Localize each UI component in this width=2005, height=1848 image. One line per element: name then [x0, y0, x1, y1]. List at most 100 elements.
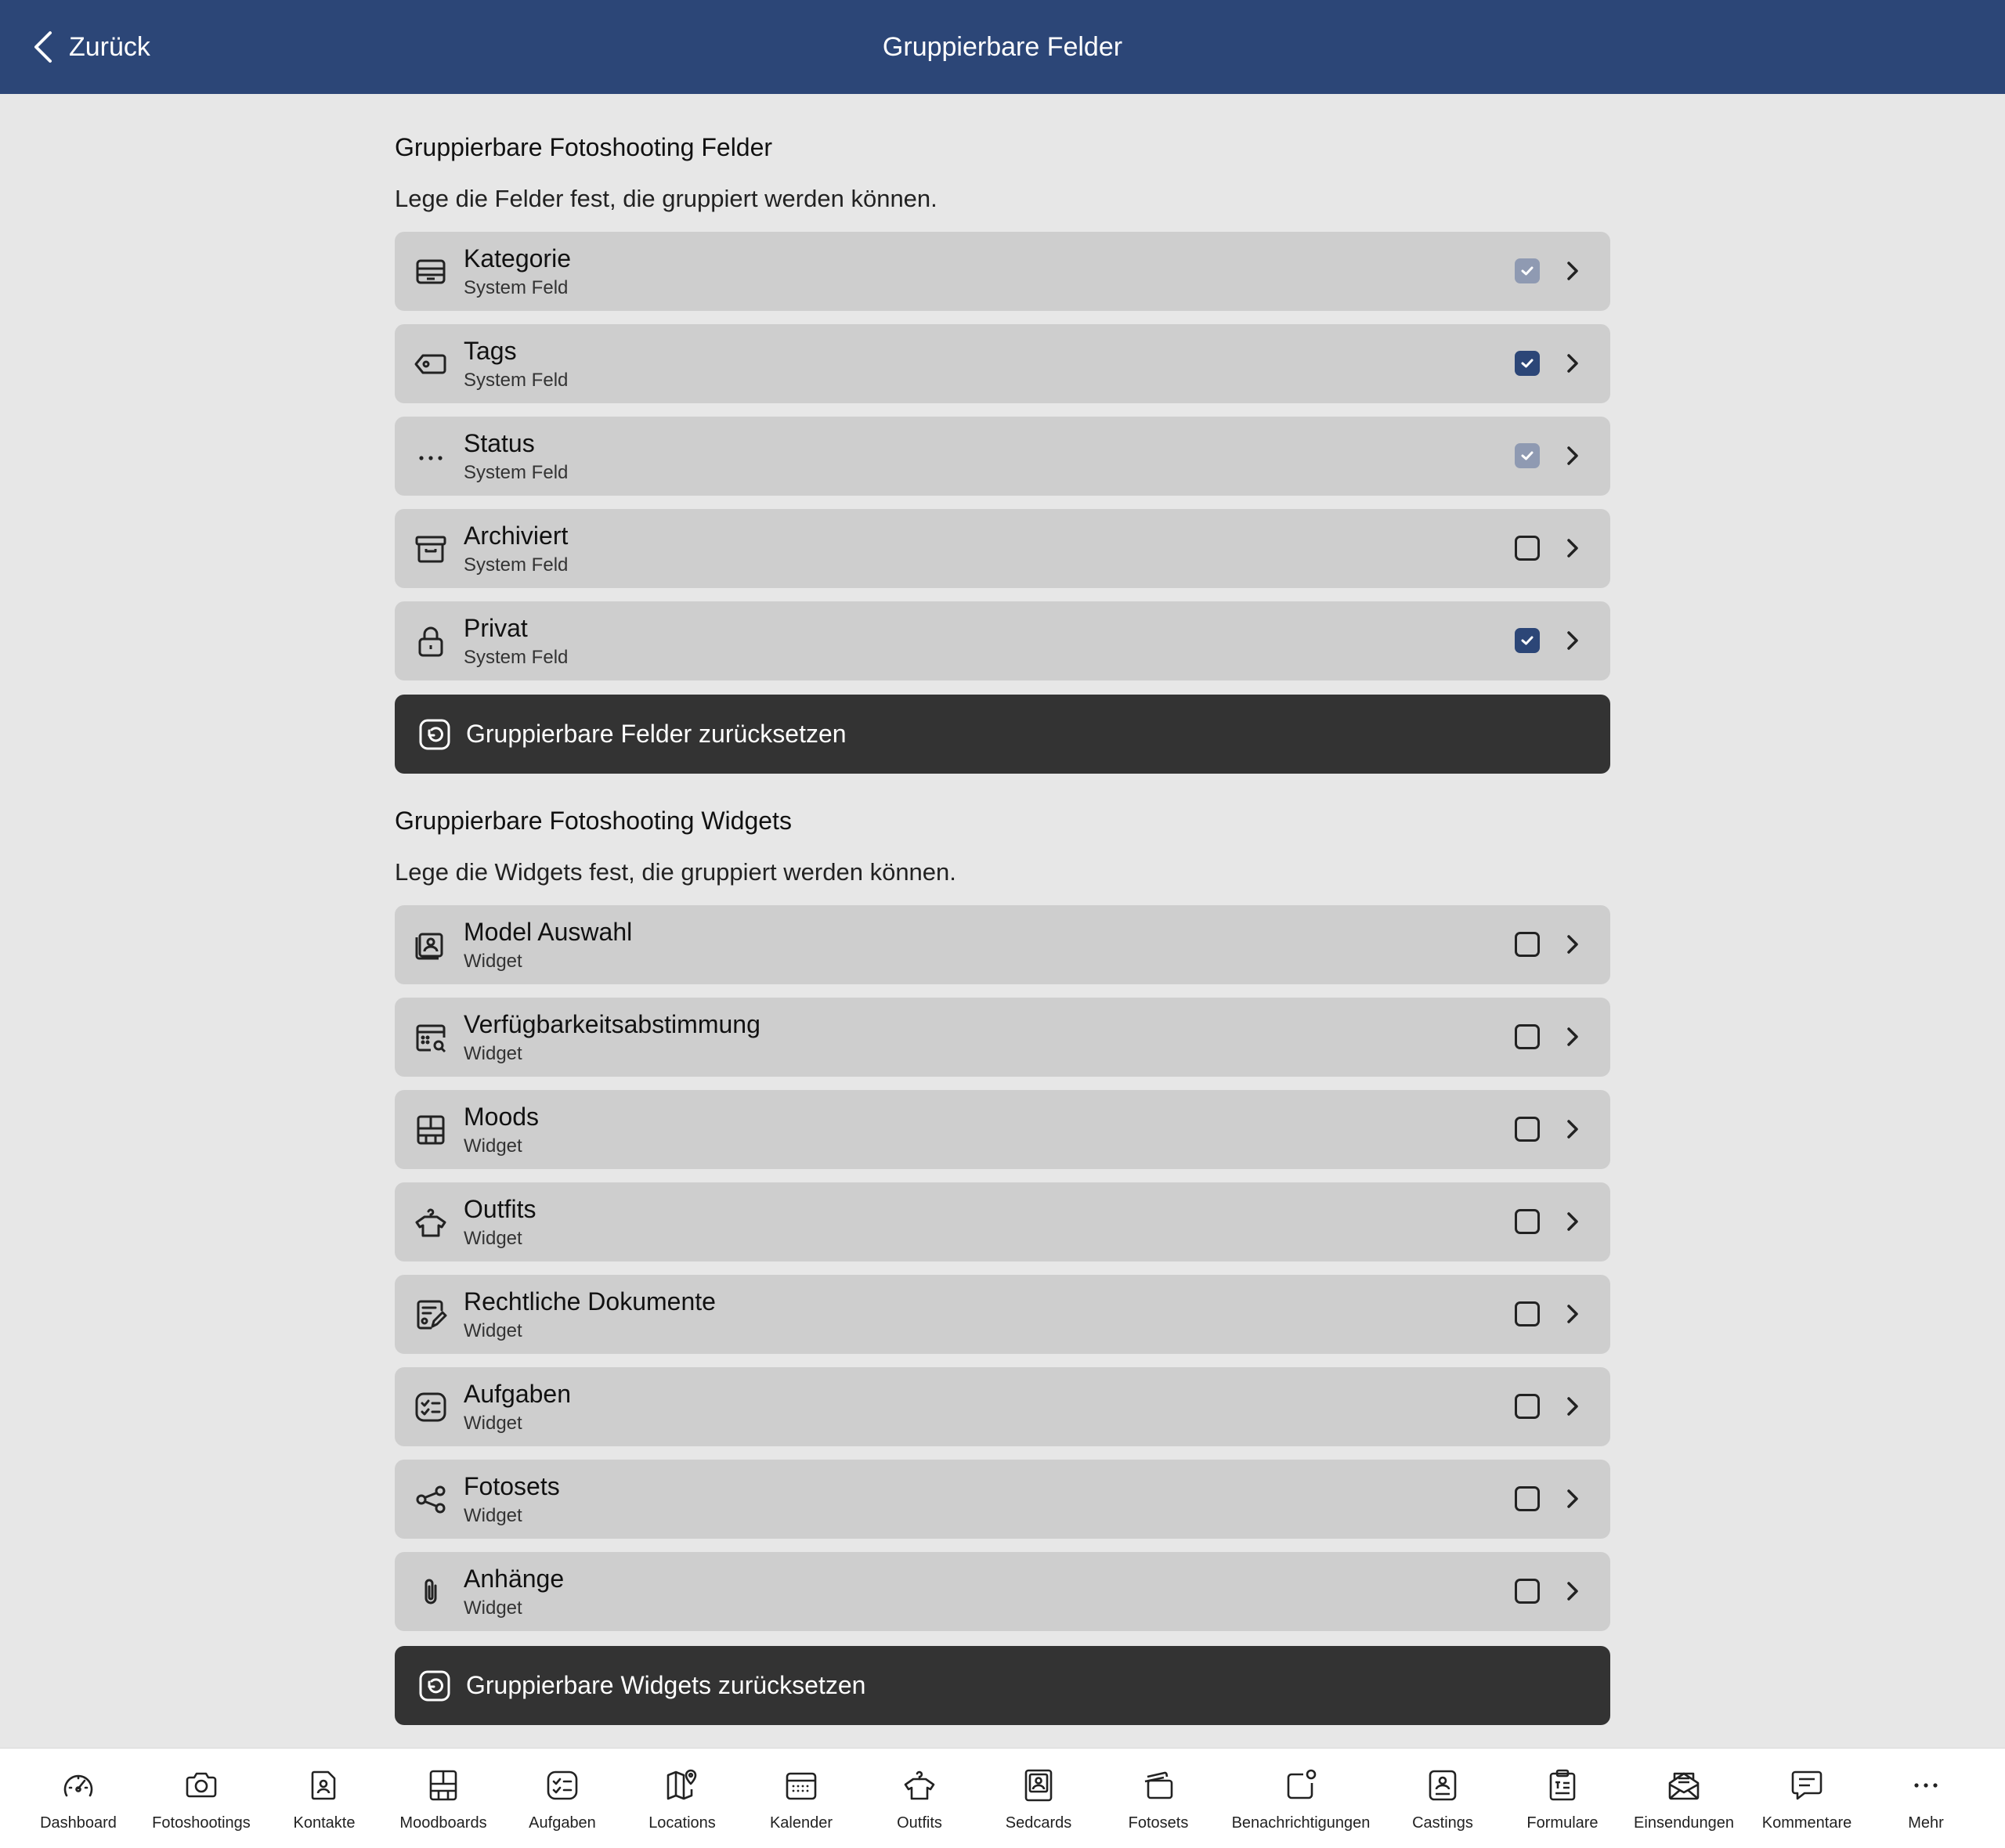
gauge-icon: [63, 1774, 93, 1797]
checkmark-icon: [1521, 266, 1534, 276]
tab-dashboard[interactable]: Dashboard: [27, 1749, 129, 1848]
field-checkbox-checked[interactable]: [1515, 351, 1540, 376]
tab-formulare[interactable]: Formulare: [1515, 1749, 1609, 1848]
widget-subtitle: Widget: [464, 1135, 522, 1157]
reset-widgets-button[interactable]: Gruppierbare Widgets zurücksetzen: [395, 1646, 1610, 1725]
field-checkbox-checked-disabled[interactable]: [1515, 258, 1540, 283]
tab-castings[interactable]: Castings: [1396, 1749, 1490, 1848]
checkmark-icon: [1521, 451, 1534, 460]
widgets-section-title: Gruppierbare Fotoshooting Widgets: [395, 807, 792, 835]
field-row-kategorie[interactable]: Kategorie System Feld: [395, 232, 1610, 311]
widget-checkbox-unchecked[interactable]: [1515, 1486, 1540, 1511]
reset-fields-button[interactable]: Gruppierbare Felder zurücksetzen: [395, 695, 1610, 774]
field-subtitle: System Feld: [464, 554, 569, 576]
field-subtitle: System Feld: [464, 462, 569, 483]
widget-row-verfuegbarkeitsabstimmung[interactable]: Verfügbarkeitsabstimmung Widget: [395, 998, 1610, 1077]
tab-kalender[interactable]: Kalender: [754, 1749, 848, 1848]
chevron-right-icon[interactable]: [1563, 442, 1582, 470]
tab-fotosets[interactable]: Fotosets: [1111, 1749, 1205, 1848]
tab-locations[interactable]: Locations: [635, 1749, 729, 1848]
widget-checkbox-unchecked[interactable]: [1515, 1024, 1540, 1049]
chevron-right-icon[interactable]: [1563, 1023, 1582, 1051]
chevron-right-icon[interactable]: [1563, 1300, 1582, 1328]
field-checkbox-unchecked[interactable]: [1515, 536, 1540, 561]
chevron-right-icon[interactable]: [1563, 1577, 1582, 1605]
envelope-open-icon: [1668, 1772, 1700, 1800]
calendar-icon: [786, 1772, 817, 1800]
share-nodes-icon: [414, 1482, 448, 1517]
widget-label: Outfits: [464, 1195, 536, 1223]
widget-checkbox-unchecked[interactable]: [1515, 1209, 1540, 1234]
photo-stack-icon: [1144, 1771, 1173, 1799]
tab-einsendungen[interactable]: Einsendungen: [1631, 1749, 1736, 1848]
tray-icon: [414, 254, 448, 289]
shirt-hanger-icon: [904, 1770, 935, 1800]
tab-fotoshootings[interactable]: Fotoshootings: [139, 1749, 264, 1848]
chevron-right-icon[interactable]: [1563, 1115, 1582, 1143]
widget-checkbox-unchecked[interactable]: [1515, 1579, 1540, 1604]
chevron-right-icon[interactable]: [1563, 626, 1582, 655]
tab-kontakte[interactable]: Kontakte: [277, 1749, 371, 1848]
widget-subtitle: Widget: [464, 951, 522, 972]
tab-kommentare[interactable]: Kommentare: [1756, 1749, 1858, 1848]
field-row-archiviert[interactable]: Archiviert System Feld: [395, 509, 1610, 588]
tab-label: Fotoshootings: [152, 1814, 251, 1832]
tab-outfits[interactable]: Outfits: [872, 1749, 966, 1848]
chevron-right-icon[interactable]: [1563, 1392, 1582, 1420]
widget-row-outfits[interactable]: Outfits Widget: [395, 1182, 1610, 1261]
widget-row-aufgaben[interactable]: Aufgaben Widget: [395, 1367, 1610, 1446]
nav-header: Zurück Gruppierbare Felder: [0, 0, 2005, 94]
tab-benachrichtigungen[interactable]: Benachrichtigungen: [1225, 1749, 1377, 1848]
tab-sedcards[interactable]: Sedcards: [992, 1749, 1086, 1848]
lock-icon: [414, 624, 448, 659]
moodboard-grid-icon: [429, 1770, 457, 1801]
moodboard-grid-icon: [414, 1113, 448, 1147]
widgets-section-description: Lege die Widgets fest, die gruppiert wer…: [395, 858, 956, 886]
tab-moodboards[interactable]: Moodboards: [388, 1749, 498, 1848]
chevron-right-icon[interactable]: [1563, 930, 1582, 958]
checkmark-icon: [1521, 359, 1534, 368]
field-label: Tags: [464, 337, 517, 365]
tab-label: Locations: [648, 1814, 716, 1832]
chevron-right-icon[interactable]: [1563, 257, 1582, 285]
tab-label: Mehr: [1908, 1814, 1944, 1832]
bottom-tab-bar: Dashboard Fotoshootings Kontakte Moodboa…: [0, 1748, 2005, 1848]
chevron-right-icon[interactable]: [1563, 534, 1582, 562]
widget-row-model-auswahl[interactable]: Model Auswahl Widget: [395, 905, 1610, 984]
notification-badge-icon: [1287, 1769, 1317, 1799]
fields-section-description: Lege die Felder fest, die gruppiert werd…: [395, 185, 937, 212]
camera-icon: [186, 1772, 217, 1798]
field-checkbox-checked-disabled[interactable]: [1515, 443, 1540, 468]
field-checkbox-checked[interactable]: [1515, 628, 1540, 653]
ellipsis-icon: [414, 439, 448, 474]
field-row-privat[interactable]: Privat System Feld: [395, 601, 1610, 680]
widget-row-moods[interactable]: Moods Widget: [395, 1090, 1610, 1169]
field-subtitle: System Feld: [464, 370, 569, 391]
widget-checkbox-unchecked[interactable]: [1515, 1117, 1540, 1142]
widget-row-rechtliche-dokumente[interactable]: Rechtliche Dokumente Widget: [395, 1275, 1610, 1354]
chevron-right-icon[interactable]: [1563, 349, 1582, 377]
tab-aufgaben[interactable]: Aufgaben: [515, 1749, 609, 1848]
widget-checkbox-unchecked[interactable]: [1515, 1301, 1540, 1326]
tab-label: Fotosets: [1128, 1814, 1189, 1832]
archive-box-icon: [414, 532, 448, 566]
widget-row-fotosets[interactable]: Fotosets Widget: [395, 1460, 1610, 1539]
tag-icon: [414, 347, 448, 381]
widget-row-anhaenge[interactable]: Anhänge Widget: [395, 1552, 1610, 1631]
chevron-right-icon[interactable]: [1563, 1207, 1582, 1236]
reset-fields-label: Gruppierbare Felder zurücksetzen: [466, 720, 847, 748]
widget-label: Moods: [464, 1103, 540, 1131]
widget-checkbox-unchecked[interactable]: [1515, 1394, 1540, 1419]
document-pen-icon: [414, 1298, 448, 1332]
map-pin-icon: [667, 1769, 697, 1800]
widget-label: Model Auswahl: [464, 918, 633, 946]
tab-label: Einsendungen: [1634, 1814, 1734, 1832]
field-row-status[interactable]: Status System Feld: [395, 417, 1610, 496]
field-row-tags[interactable]: Tags System Feld: [395, 324, 1610, 403]
tab-label: Outfits: [897, 1814, 942, 1832]
chevron-right-icon[interactable]: [1563, 1485, 1582, 1513]
widget-subtitle: Widget: [464, 1597, 522, 1619]
tab-mehr[interactable]: Mehr: [1879, 1749, 1973, 1848]
field-subtitle: System Feld: [464, 647, 569, 668]
widget-checkbox-unchecked[interactable]: [1515, 932, 1540, 957]
